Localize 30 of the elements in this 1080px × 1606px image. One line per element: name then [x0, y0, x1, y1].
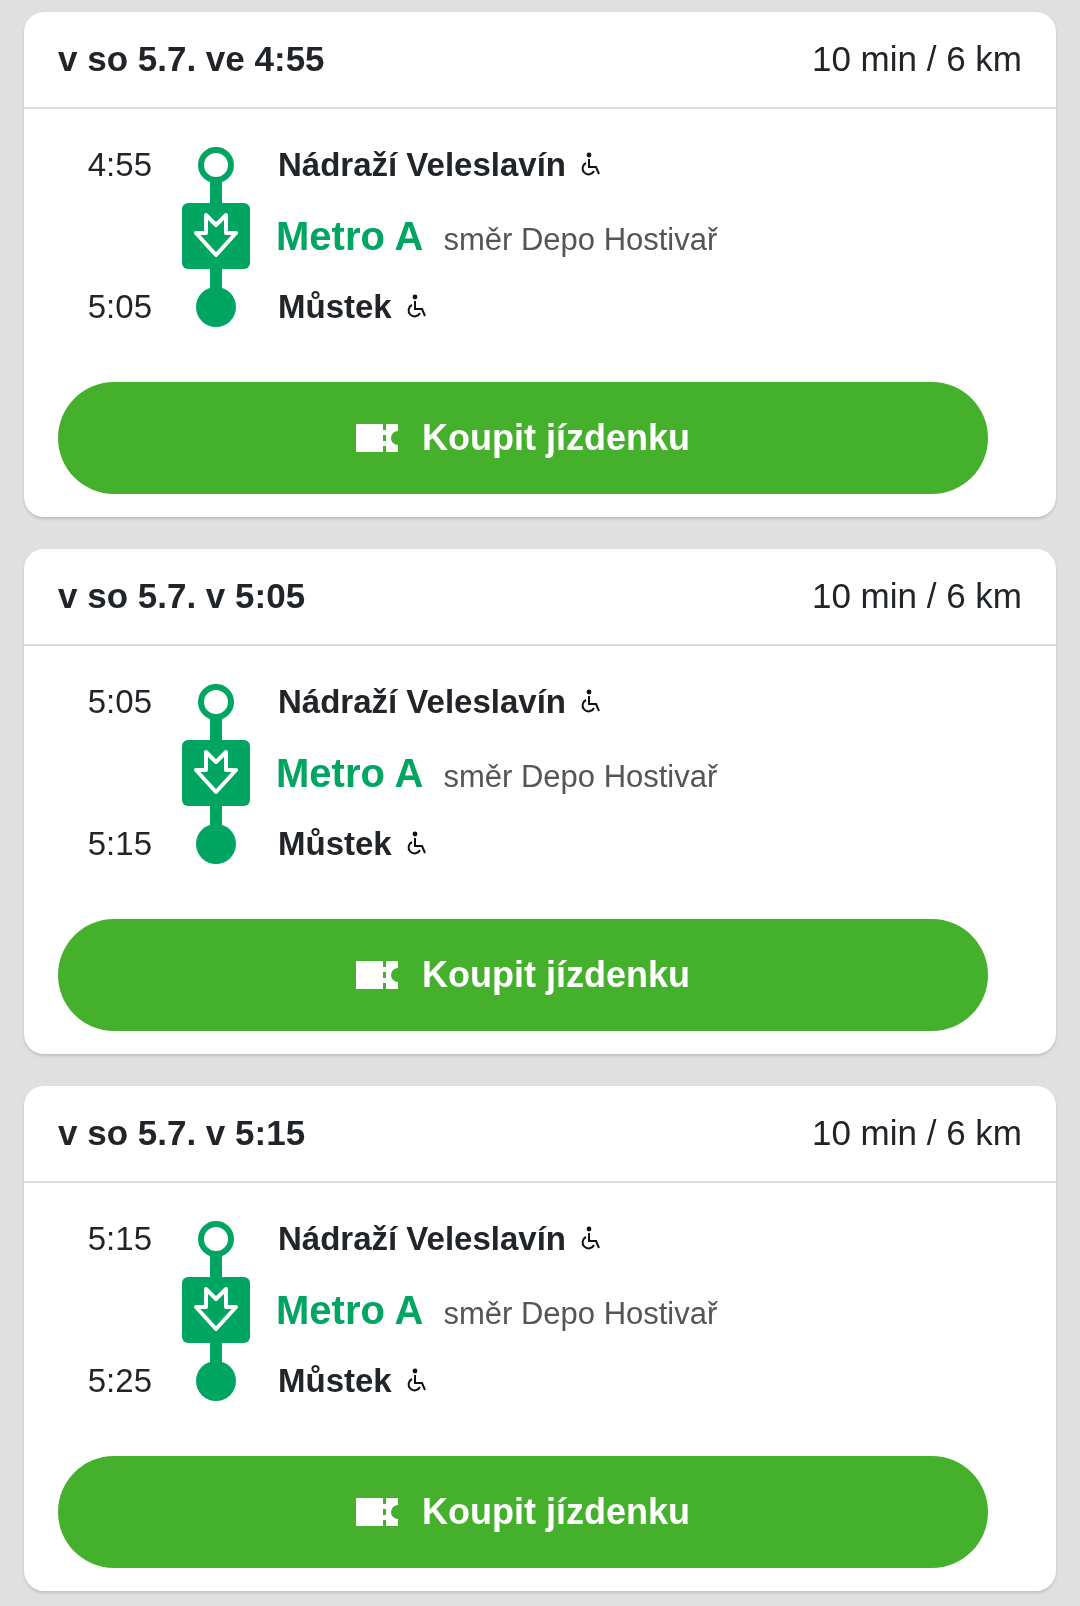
ticket-icon [356, 1498, 398, 1526]
departure-date: v so 5.7. v 5:15 [58, 1112, 306, 1155]
station-name: Můstek [278, 824, 392, 865]
arrival-time: 5:05 [87, 287, 152, 328]
ticket-icon [356, 424, 398, 452]
ticket-icon [356, 961, 398, 989]
station-name: Můstek [278, 1361, 392, 1402]
departure-time: 4:55 [87, 145, 152, 186]
line-name: Metro A [276, 750, 424, 797]
departure-time: 5:05 [87, 682, 152, 723]
station-name: Nádraží Veleslavín [278, 1219, 566, 1260]
trip-duration: 10 min / 6 km [811, 38, 1022, 81]
buy-ticket-button[interactable]: Koupit jízdenku [58, 919, 988, 1031]
line-name: Metro A [276, 1287, 424, 1334]
buy-ticket-button[interactable]: Koupit jízdenku [58, 1456, 988, 1568]
buy-ticket-button[interactable]: Koupit jízdenku [58, 382, 988, 494]
line-direction: směr Depo Hostivař [443, 221, 718, 259]
trip-duration: 10 min / 6 km [811, 575, 1022, 618]
arrival-time: 5:15 [87, 824, 152, 865]
station-name: Nádraží Veleslavín [278, 682, 566, 723]
line-direction: směr Depo Hostivař [443, 1295, 718, 1333]
arrival-time: 5:25 [87, 1361, 152, 1402]
station-name: Nádraží Veleslavín [278, 145, 566, 186]
departure-time: 5:15 [87, 1219, 152, 1260]
departure-date: v so 5.7. v 5:05 [58, 575, 306, 618]
departure-date: v so 5.7. ve 4:55 [58, 38, 325, 81]
station-name: Můstek [278, 287, 392, 328]
trip-duration: 10 min / 6 km [811, 1112, 1022, 1155]
line-name: Metro A [276, 213, 424, 260]
line-direction: směr Depo Hostivař [443, 758, 718, 796]
